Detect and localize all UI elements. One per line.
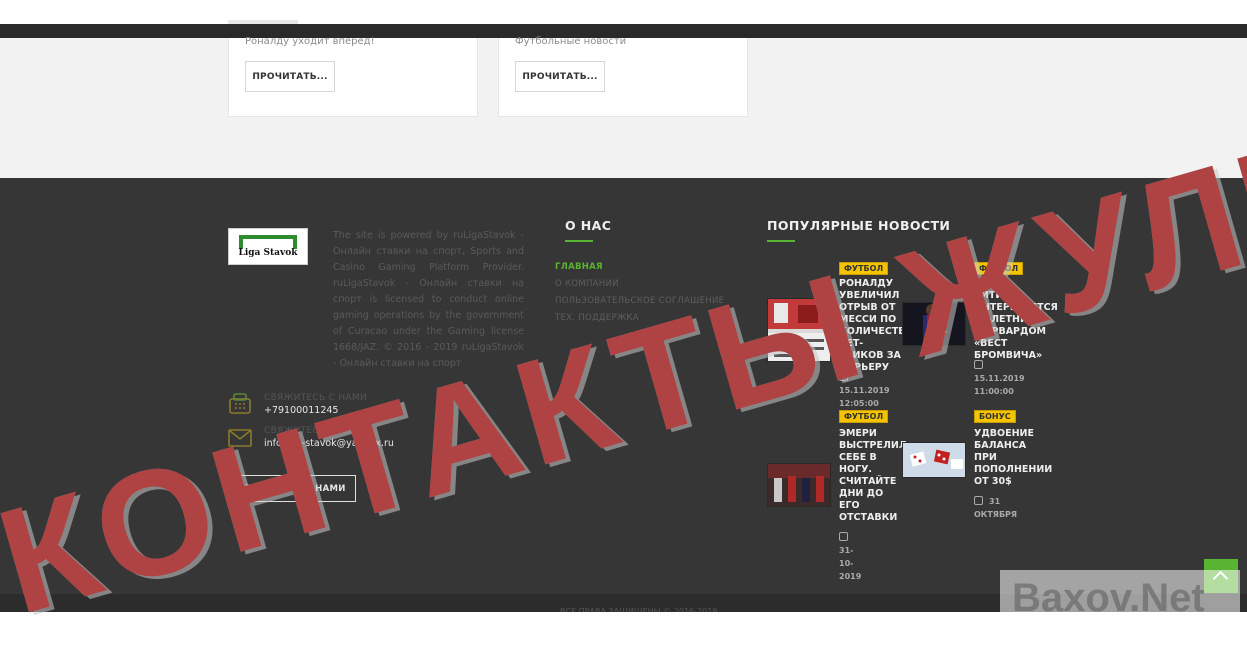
news-date: 31 ОКТЯБРЯ <box>974 496 1018 519</box>
logo-goal-shape <box>239 235 297 249</box>
news-thumbnail-image <box>768 299 830 361</box>
phone-icon <box>229 393 251 414</box>
news-tag[interactable]: ФУТБОЛ <box>974 262 1024 275</box>
footer-link-terms[interactable]: ПОЛЬЗОВАТЕЛЬСКОЕ СОГЛАШЕНИЕ <box>555 296 724 306</box>
news-thumbnail-image <box>768 464 830 506</box>
top-header <box>0 0 1247 24</box>
about-heading: О НАС <box>565 218 612 233</box>
news-headline[interactable]: РОНАЛДУ УВЕЛИЧИЛ ОТРЫВ ОТ МЕССИ ПО КОЛИЧ… <box>839 278 913 374</box>
news-card: Футбольные новости ПРОЧИТАТЬ... <box>498 36 748 117</box>
news-thumbnail-image: 14 <box>903 303 965 345</box>
news-thumbnail[interactable] <box>767 298 831 362</box>
news-date: 15.11.2019 12:05:00 <box>839 371 890 410</box>
site-watermark: Baxov.Net <box>1000 570 1240 630</box>
about-text: The site is powered by ruLigaStavok - Он… <box>333 230 524 369</box>
news-date: 15.11.2019 11:00:00 <box>974 359 1025 398</box>
clock-icon <box>839 372 848 381</box>
site-watermark-text: Baxov.Net <box>1012 576 1205 620</box>
svg-text:14: 14 <box>936 326 948 336</box>
footer-link-about[interactable]: О КОМПАНИИ <box>555 279 619 289</box>
card-excerpt: Футбольные новости <box>515 36 627 47</box>
mail-icon <box>228 429 252 447</box>
card-excerpt: Роналду уходит вперед! <box>245 36 375 47</box>
clock-icon <box>974 360 983 369</box>
news-tag[interactable]: ФУТБОЛ <box>839 262 889 275</box>
contact-us-button[interactable]: СВЯЖИТЕСЬ С НАМИ <box>228 475 356 502</box>
phone-number[interactable]: +79100011245 <box>264 405 338 416</box>
footer-logo[interactable]: Liga Stavok <box>228 228 308 265</box>
news-headline[interactable]: ЭМЕРИ ВЫСТРЕЛИЛ СЕБЕ В НОГУ. СЧИТАЙТЕ ДН… <box>839 428 907 524</box>
site-footer <box>0 178 1247 594</box>
news-thumbnail[interactable] <box>902 442 966 478</box>
news-tag[interactable]: ФУТБОЛ <box>839 410 889 423</box>
news-date: 31-10- 2019 <box>839 531 861 583</box>
heading-underline <box>565 240 593 242</box>
read-more-button[interactable]: ПРОЧИТАТЬ... <box>245 61 335 92</box>
news-thumbnail[interactable]: 14 <box>902 302 966 346</box>
footer-link-support[interactable]: ТЕХ. ПОДДЕРЖКА <box>555 313 639 323</box>
footer-link-home[interactable]: ГЛАВНАЯ <box>555 262 603 272</box>
news-card: Роналду уходит вперед! ПРОЧИТАТЬ... <box>228 36 478 117</box>
contact-title: СВЯЖИТЕСЬ С НАМИ <box>264 393 368 403</box>
news-tag[interactable]: БОНУС <box>974 410 1016 423</box>
email-address[interactable]: info.liga-stavok@yandex.ru <box>264 438 394 449</box>
heading-underline <box>767 240 795 242</box>
logo-text: Liga Stavok <box>238 248 298 258</box>
news-headline[interactable]: «МАН СИТИ» ИНТЕРЕСУЕТСЯ 16-ЛЕТНИМ ФОРВАР… <box>974 278 1058 362</box>
popular-news-heading: ПОПУЛЯРНЫЕ НОВОСТИ <box>767 218 951 233</box>
clock-icon <box>839 532 848 541</box>
contact-title: СВЯЖИТЕСЬ С НАМИ <box>264 426 368 436</box>
news-headline[interactable]: УДВОЕНИЕ БАЛАНСА ПРИ ПОПОЛНЕНИИ ОТ 30$ <box>974 428 1052 488</box>
news-thumbnail-image <box>903 443 965 477</box>
news-thumbnail[interactable] <box>767 463 831 507</box>
read-more-button[interactable]: ПРОЧИТАТЬ... <box>515 61 605 92</box>
clock-icon <box>974 496 983 505</box>
